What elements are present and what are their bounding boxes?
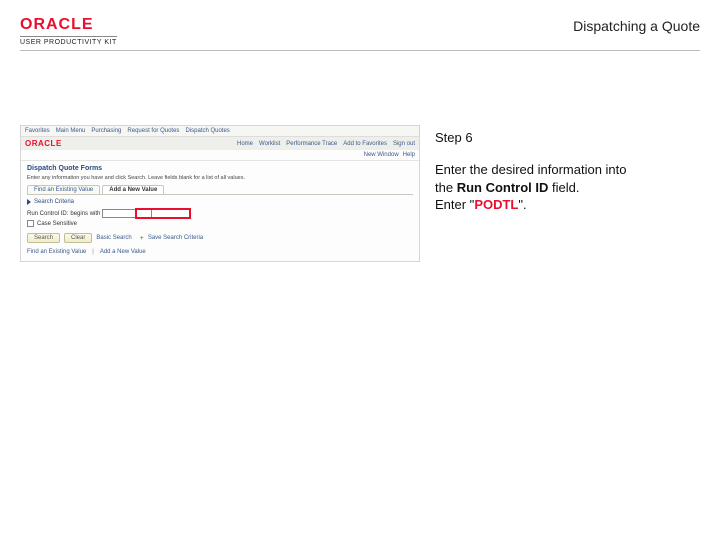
search-criteria-section[interactable]: Search Criteria <box>27 199 413 205</box>
step-label: Step 6 <box>435 130 695 145</box>
operator-label[interactable]: begins with <box>70 211 100 217</box>
add-favorites-link[interactable]: Add to Favorites <box>343 141 387 147</box>
oracle-logo-text: ORACLE <box>20 16 117 34</box>
separator: | <box>92 249 94 255</box>
run-control-row: Run Control ID: begins with <box>27 209 413 218</box>
breadcrumb-item[interactable]: Main Menu <box>56 128 86 134</box>
plus-icon: + <box>140 235 144 242</box>
instruction-panel: Step 6 Enter the desired information int… <box>435 130 695 214</box>
instr-line2-bold: Run Control ID <box>457 180 549 195</box>
save-search-link[interactable]: Save Search Criteria <box>148 235 203 241</box>
instr-line3-pre: Enter " <box>435 197 474 212</box>
sign-out-link[interactable]: Sign out <box>393 141 415 147</box>
page-title: Dispatching a Quote <box>573 18 700 34</box>
expand-triangle-icon <box>27 199 31 205</box>
breadcrumb: Favorites Main Menu Purchasing Request f… <box>25 128 230 134</box>
tab-strip: Find an Existing Value Add a New Value <box>27 185 413 195</box>
breadcrumb-item[interactable]: Request for Quotes <box>127 128 179 134</box>
util-bar: New Window Help <box>21 150 419 161</box>
case-sensitive-checkbox[interactable] <box>27 220 34 227</box>
button-row: Search Clear Basic Search + Save Search … <box>27 233 413 243</box>
instr-line2-post: field. <box>548 180 579 195</box>
instr-emph: PODTL <box>474 197 518 212</box>
oracle-app-logo: ORACLE <box>25 139 62 148</box>
app-screenshot: Favorites Main Menu Purchasing Request f… <box>20 125 420 262</box>
form-title: Dispatch Quote Forms <box>27 165 413 172</box>
run-control-id-input[interactable] <box>102 209 152 218</box>
footer-find-existing[interactable]: Find an Existing Value <box>27 249 86 255</box>
global-nav: ORACLE Home Worklist Performance Trace A… <box>21 137 419 150</box>
breadcrumb-item[interactable]: Purchasing <box>91 128 121 134</box>
tab-add-new[interactable]: Add a New Value <box>102 185 164 194</box>
case-sensitive-row: Case Sensitive <box>27 220 413 227</box>
help-link[interactable]: Help <box>403 152 415 158</box>
oracle-brand: ORACLE USER PRODUCTIVITY KIT <box>20 16 117 46</box>
footer-add-new[interactable]: Add a New Value <box>100 249 146 255</box>
tab-find-existing[interactable]: Find an Existing Value <box>27 185 100 194</box>
upk-subtitle: USER PRODUCTIVITY KIT <box>20 36 117 46</box>
breadcrumb-bar: Favorites Main Menu Purchasing Request f… <box>21 126 419 137</box>
breadcrumb-item[interactable]: Dispatch Quotes <box>185 128 229 134</box>
instr-line1: Enter the desired information into <box>435 162 627 177</box>
form-body: Dispatch Quote Forms Enter any informati… <box>21 161 419 261</box>
new-window-link[interactable]: New Window <box>364 152 399 158</box>
case-sensitive-label: Case Sensitive <box>37 221 77 227</box>
header-divider <box>20 50 700 51</box>
run-control-id-label: Run Control ID: <box>27 211 68 217</box>
performance-trace-link[interactable]: Performance Trace <box>286 141 337 147</box>
global-links: Home Worklist Performance Trace Add to F… <box>237 141 415 147</box>
instr-line2-pre: the <box>435 180 457 195</box>
section-label: Search Criteria <box>34 199 74 205</box>
instruction-text: Enter the desired information into the R… <box>435 161 695 214</box>
home-link[interactable]: Home <box>237 141 253 147</box>
footer-tab-links: Find an Existing Value | Add a New Value <box>27 249 413 255</box>
instr-line3-post: ". <box>518 197 526 212</box>
basic-search-link[interactable]: Basic Search <box>96 235 131 241</box>
form-desc: Enter any information you have and click… <box>27 175 413 181</box>
page-header: ORACLE USER PRODUCTIVITY KIT Dispatching… <box>20 16 700 46</box>
worklist-link[interactable]: Worklist <box>259 141 280 147</box>
clear-button[interactable]: Clear <box>64 233 92 243</box>
search-button[interactable]: Search <box>27 233 60 243</box>
breadcrumb-item[interactable]: Favorites <box>25 128 50 134</box>
